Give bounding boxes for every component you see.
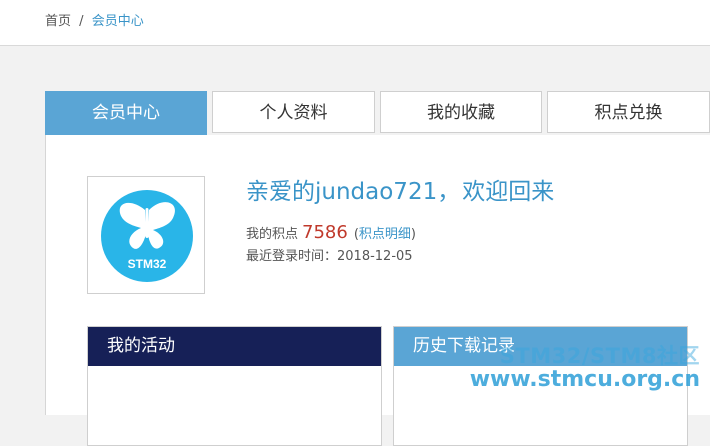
welcome-heading: 亲爱的jundao721，欢迎回来 (246, 177, 554, 207)
welcome-suffix: 欢迎回来 (462, 179, 555, 205)
tab-points-exchange[interactable]: 积点兑换 (547, 91, 710, 133)
welcome-comma: ， (437, 179, 461, 205)
member-tabs: 会员中心 个人资料 我的收藏 积点兑换 (45, 91, 710, 135)
tab-profile[interactable]: 个人资料 (212, 91, 375, 133)
my-activity-box: 我的活动 (87, 326, 382, 446)
breadcrumb-home-link[interactable]: 首页 (45, 14, 71, 29)
points-value: 7586 (302, 222, 348, 243)
top-bar: 首页 / 会员中心 (0, 0, 710, 46)
watermark-line2: www.stmcu.org.cn (469, 367, 700, 392)
tab-favorites[interactable]: 我的收藏 (380, 91, 542, 133)
breadcrumb-current[interactable]: 会员中心 (92, 14, 144, 29)
last-login-line: 最近登录时间：2018-12-05 (246, 247, 413, 267)
breadcrumb: 首页 / 会员中心 (45, 13, 144, 31)
welcome-prefix: 亲爱的 (246, 179, 315, 205)
points-detail-link[interactable]: 积点明细 (359, 227, 411, 242)
username: jundao721 (315, 179, 438, 205)
points-label: 我的积点 (246, 227, 299, 242)
butterfly-logo-icon: STM32 (101, 190, 193, 282)
avatar[interactable]: STM32 (87, 176, 205, 294)
last-login-value: 2018-12-05 (337, 249, 413, 264)
avatar-logo-text: STM32 (128, 257, 167, 271)
site-watermark: STM32/STM8社区 www.stmcu.org.cn (470, 344, 700, 392)
watermark-line1: STM32/STM8社区 (499, 344, 700, 368)
tab-member-center[interactable]: 会员中心 (45, 91, 207, 135)
points-line: 我的积点 7586 (积点明细) (246, 223, 416, 245)
paren-close: ) (410, 227, 416, 242)
my-activity-title: 我的活动 (88, 327, 381, 366)
last-login-label: 最近登录时间： (246, 249, 338, 264)
breadcrumb-separator: / (79, 14, 84, 29)
